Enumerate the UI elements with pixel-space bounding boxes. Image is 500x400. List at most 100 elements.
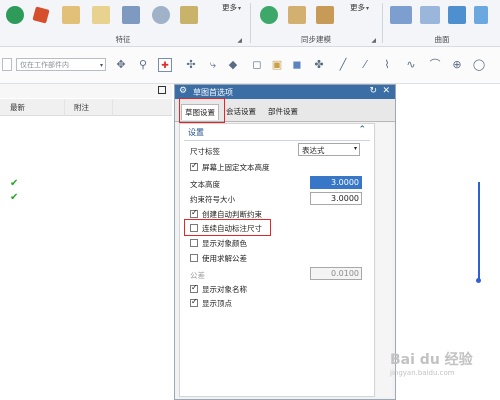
arc-icon[interactable]: ⁄ [358,58,372,72]
more-sync-button[interactable]: 更多▾ [350,2,369,13]
offset-region-icon[interactable] [316,6,334,24]
text-height-label: 文本高度 [190,180,220,189]
ribbon-group-surface: 曲面 [384,0,500,46]
snap-point-icon[interactable]: ✚ [158,58,172,72]
pan-icon[interactable]: ✤ [312,58,326,72]
box-select-icon[interactable]: ◻ [250,58,264,72]
dim-label-label: 尺寸标签 [190,147,220,156]
chevron-down-icon: ▾ [99,62,103,69]
circle-icon[interactable]: ◯ [472,58,486,72]
watermark: Bai du 经验 jingyan.baidu.com [390,349,495,389]
ribbon: 更多▾ 特征 ◢ 更多▾ 同步建模 ◢ 曲面 [0,0,500,47]
scope-combo-value: 仅在工作部件内 [20,61,69,69]
ribbon-group-label: 特征 [115,35,131,44]
close-icon[interactable]: ✕ [382,86,390,96]
sketch-endpoint[interactable] [476,278,481,283]
polyline-icon[interactable]: ⌇ [380,58,394,72]
section-title: 设置 [188,128,204,137]
chevron-down-icon: ▾ [353,145,357,152]
highlight-box-tab [179,98,225,123]
point-icon[interactable]: ✣ [184,58,198,72]
face-icon[interactable]: ◆ [226,58,240,72]
constraint-symbol-size-label: 约束符号大小 [190,195,235,204]
line-icon[interactable]: ╱ [336,58,350,72]
center-point-icon[interactable]: ⊕ [450,58,464,72]
select-all-icon[interactable]: ✥ [114,58,128,72]
ribbon-group-sync-modeling: 更多▾ 同步建模 ◢ [252,0,380,46]
show-vertices-label: 显示顶点 [202,299,232,308]
more-features-button[interactable]: 更多▾ [222,2,241,13]
expand-icon[interactable]: ◢ [371,37,376,44]
latest-check-icon: ✔ [10,178,19,189]
datum-icon[interactable] [32,6,50,24]
conic-icon[interactable]: ⌒ [428,58,442,72]
dim-label-select[interactable]: 表达式 ▾ [298,143,360,156]
type-filter-combo[interactable] [2,58,12,71]
trim-sheet-icon[interactable] [448,6,466,24]
create-auto-constraints-checkbox[interactable] [190,208,198,218]
maximize-icon[interactable] [158,86,166,94]
column-note[interactable]: 附注 [74,102,89,113]
sketch-tool-icon[interactable] [6,6,24,24]
settings-section-header[interactable]: 设置 ⌃ [184,125,370,141]
filter-icon[interactable]: ⚲ [136,58,150,72]
show-vertices-checkbox[interactable] [190,297,198,307]
dim-label-value: 表达式 [302,146,325,155]
tolerance-input: 0.0100 [310,267,362,280]
collapse-icon[interactable]: ⌃ [358,125,366,135]
sketch-curve[interactable] [478,182,480,282]
ribbon-divider [250,3,251,43]
curve-icon[interactable]: ⤷ [206,58,220,72]
show-object-name-checkbox[interactable] [190,283,198,293]
dialog-title: 草图首选项 [193,88,233,97]
navigator-header [0,84,172,98]
use-solver-tolerance-label: 使用求解公差 [202,254,247,263]
column-latest[interactable]: 最新 [10,102,25,113]
extrude-icon[interactable] [62,6,80,24]
tab-session-settings[interactable]: 会话设置 [223,104,259,120]
text-height-input[interactable]: 3.0000 [310,176,362,189]
revolve-icon[interactable] [92,6,110,24]
tab-part-settings[interactable]: 部件设置 [265,104,301,120]
selection-toolbar: 仅在工作部件内 ▾ ✥ ⚲ ✚ ✣ ⤷ ◆ ◻ ▣ ◼ ✤ ╱ ⁄ ⌇ ∿ ⌒ … [0,47,500,84]
sketch-preferences-dialog: ⚙ 草图首选项 ↻ ✕ 草图设置 会话设置 部件设置 设置 ⌃ 尺寸标签 表达式… [174,84,396,400]
ribbon-group-features: 更多▾ 特征 ◢ [0,0,246,46]
chevron-down-icon: ▾ [238,5,242,12]
chevron-down-icon: ▾ [366,5,370,12]
settings-panel: 设置 ⌃ 尺寸标签 表达式 ▾ 屏幕上固定文本高度 文本高度 3.0000 约束… [179,123,375,397]
gear-icon: ⚙ [179,86,188,96]
constraint-symbol-size-input[interactable]: 3.0000 [310,192,362,205]
tolerance-label: 公差 [190,271,205,280]
tab-part-settings-label: 部件设置 [268,107,298,116]
more-sync-label: 更多 [350,3,365,12]
watermark-brand: Bai du 经验 [390,352,473,368]
show-object-color-checkbox[interactable] [190,239,198,247]
ribbon-group-label: 同步建模 [301,35,331,44]
spline-icon[interactable]: ∿ [404,58,418,72]
shaded-icon[interactable]: ▣ [270,58,284,72]
show-object-name-label: 显示对象名称 [202,285,247,294]
cube-view-icon[interactable]: ◼ [290,58,304,72]
fixed-text-height-label: 屏幕上固定文本高度 [202,163,270,172]
use-solver-tolerance-checkbox[interactable] [190,254,198,262]
move-face-icon[interactable] [260,6,278,24]
boss-icon[interactable] [180,6,198,24]
reset-icon[interactable]: ↻ [369,86,377,96]
surface-more-icon[interactable] [474,6,488,24]
fixed-text-height-checkbox[interactable] [190,161,198,171]
delete-face-icon[interactable] [288,6,306,24]
show-object-color-label: 显示对象颜色 [202,239,247,248]
navigator-list [0,116,172,400]
highlight-box-option [184,219,271,236]
sweep-icon[interactable] [420,6,440,24]
through-curves-icon[interactable] [390,6,412,24]
expand-icon[interactable]: ◢ [237,37,242,44]
dialog-titlebar[interactable]: ⚙ 草图首选项 ↻ ✕ [175,85,395,99]
block-icon[interactable] [122,6,140,24]
latest-check-icon: ✔ [10,192,19,203]
navigator-column-header: 最新 附注 [0,99,172,116]
hole-icon[interactable] [152,6,170,24]
scope-combo[interactable]: 仅在工作部件内 ▾ [16,58,106,71]
ribbon-divider [382,3,383,43]
ribbon-group-label: 曲面 [434,35,450,44]
